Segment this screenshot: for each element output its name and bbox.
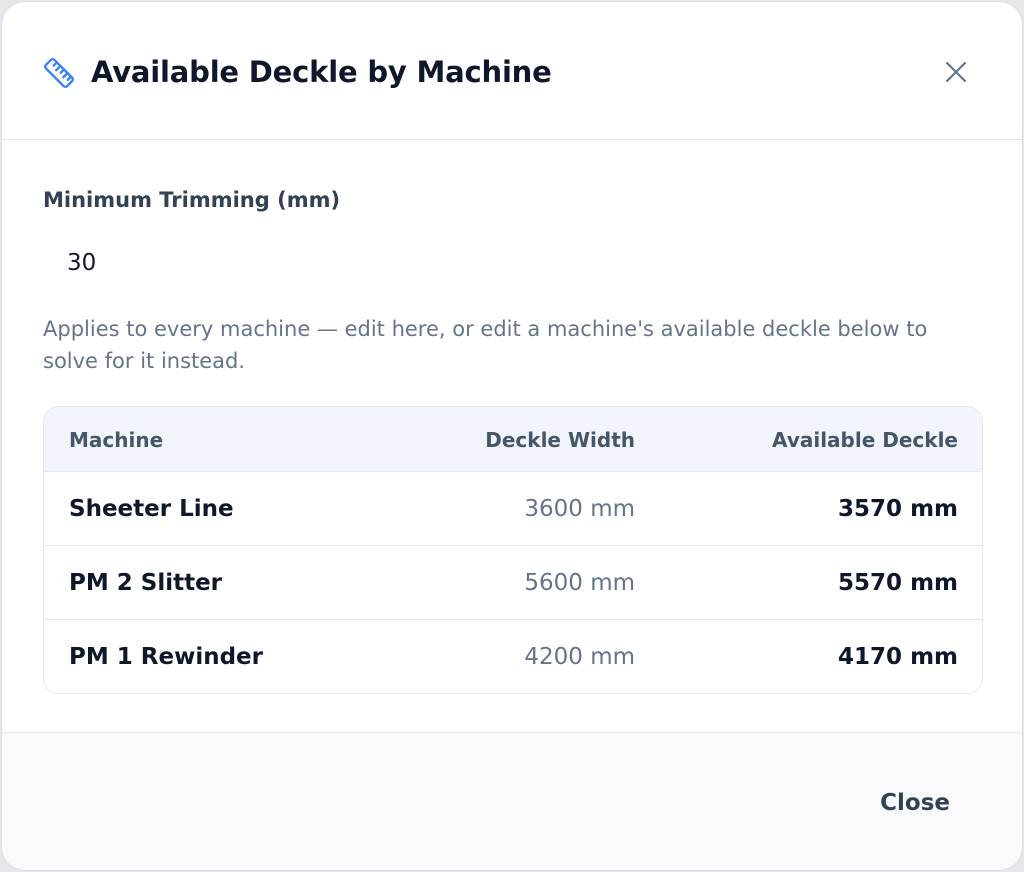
- trimming-help-text: Applies to every machine — edit here, or…: [43, 317, 928, 373]
- deckle-width: 3600 mm: [524, 496, 635, 522]
- available-deckle-value[interactable]: 4170 mm: [838, 642, 958, 672]
- available-deckle-value[interactable]: 5570 mm: [838, 568, 958, 598]
- dialog-title: Available Deckle by Machine: [91, 55, 552, 89]
- deckle-width: 5600 mm: [524, 570, 635, 596]
- header-available-deckle: Available Deckle: [772, 428, 958, 452]
- table-row: Sheeter Line 3600 mm 3570 mm: [44, 471, 982, 545]
- dialog-footer: Close: [2, 732, 1022, 870]
- dialog-header: Available Deckle by Machine: [2, 2, 1022, 140]
- table-row: PM 1 Rewinder 4200 mm 4170 mm: [44, 619, 982, 693]
- dialog-body: Minimum Trimming (mm) Applies to every m…: [2, 141, 1022, 734]
- deckle-table: Machine Deckle Width Available Deckle Sh…: [43, 406, 983, 694]
- trimming-input[interactable]: [43, 239, 243, 287]
- close-icon[interactable]: [940, 56, 972, 88]
- machine-name: PM 1 Rewinder: [69, 644, 263, 670]
- deckle-width: 4200 mm: [524, 644, 635, 670]
- trimming-label: Minimum Trimming (mm): [43, 188, 341, 212]
- close-button[interactable]: Close: [864, 783, 966, 823]
- machine-name: Sheeter Line: [69, 496, 234, 522]
- header-machine: Machine: [69, 428, 164, 452]
- table-row: PM 2 Slitter 5600 mm 5570 mm: [44, 545, 982, 619]
- table-header: Machine Deckle Width Available Deckle: [44, 407, 982, 471]
- available-deckle-value[interactable]: 3570 mm: [838, 494, 958, 524]
- header-deckle-width: Deckle Width: [485, 428, 635, 452]
- ruler-icon: [42, 56, 76, 90]
- deckle-dialog: Available Deckle by Machine Minimum Trim…: [1, 1, 1023, 871]
- machine-name: PM 2 Slitter: [69, 570, 223, 596]
